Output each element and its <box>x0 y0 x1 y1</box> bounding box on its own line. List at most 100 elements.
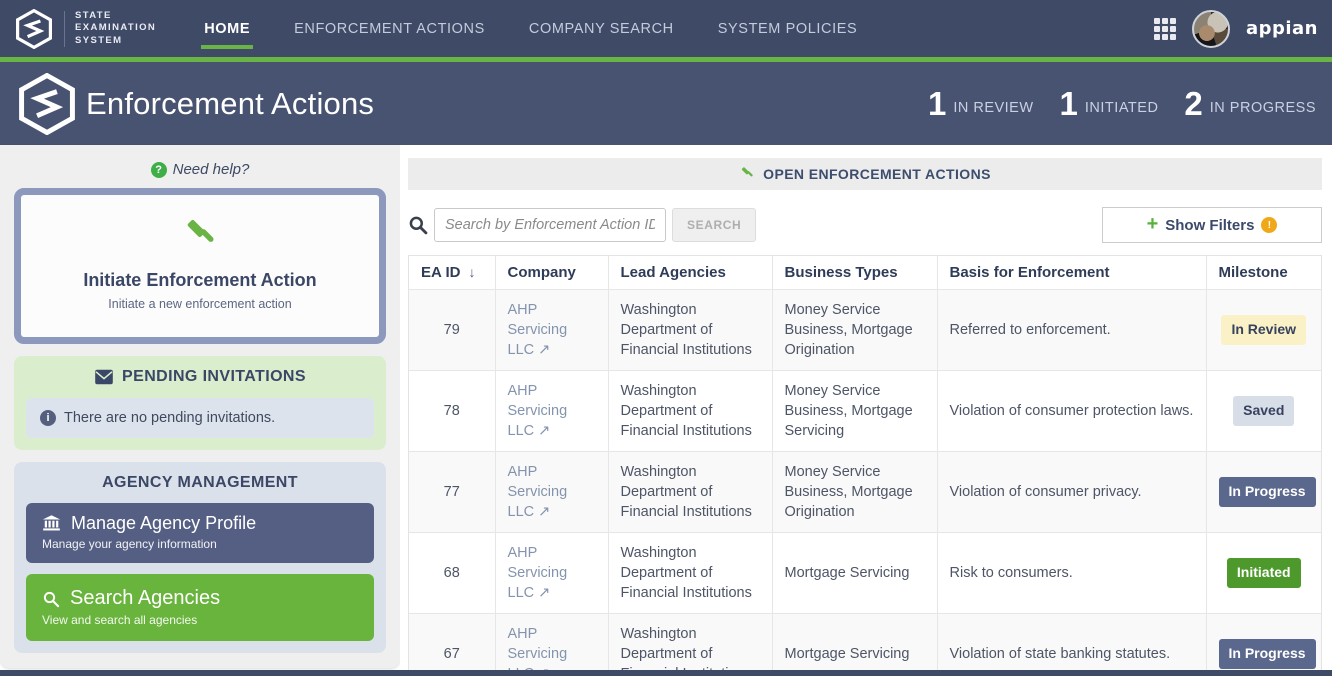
column-header-lead-agencies[interactable]: Lead Agencies <box>608 256 772 290</box>
business-types-cell: Mortgage Servicing <box>772 533 937 614</box>
filters-alert-icon: ! <box>1261 217 1277 233</box>
milestone-badge: Saved <box>1233 396 1294 425</box>
nav-item-company-search[interactable]: COMPANY SEARCH <box>529 15 674 43</box>
external-link-icon: ↗ <box>538 342 550 358</box>
nav-right: appian <box>1154 10 1318 48</box>
business-types-cell: Money Service Business, Mortgage Servici… <box>772 371 937 452</box>
column-header-basis[interactable]: Basis for Enforcement <box>937 256 1206 290</box>
company-link[interactable]: AHP Servicing LLC ↗ <box>508 626 568 676</box>
lead-agencies-cell: Washington Department of Financial Insti… <box>608 452 772 533</box>
milestone-cell: Saved <box>1206 371 1321 452</box>
company-cell: AHP Servicing LLC ↗ <box>495 290 608 371</box>
help-icon: ? <box>151 162 167 178</box>
search-button[interactable]: SEARCH <box>672 208 756 242</box>
app-grid-icon[interactable] <box>1154 18 1176 40</box>
ea-id-cell: 77 <box>409 452 495 533</box>
external-link-icon: ↗ <box>538 585 550 601</box>
milestone-cell: In Progress <box>1206 452 1321 533</box>
column-header-business-types[interactable]: Business Types <box>772 256 937 290</box>
footer-bar <box>0 670 1332 676</box>
lead-agencies-cell: Washington Department of Financial Insti… <box>608 290 772 371</box>
agency-management-title: AGENCY MANAGEMENT <box>26 474 374 492</box>
page: STATE EXAMINATION SYSTEM HOME ENFORCEMEN… <box>0 0 1332 676</box>
table-row: 77 AHP Servicing LLC ↗ Washington Depart… <box>409 452 1321 533</box>
logo-text: STATE EXAMINATION SYSTEM <box>75 10 156 47</box>
table-header-row: EA ID↓ Company Lead Agencies Business Ty… <box>409 256 1321 290</box>
milestone-badge: In Progress <box>1219 639 1316 668</box>
business-types-cell: Money Service Business, Mortgage Origina… <box>772 290 937 371</box>
stat-initiated: 1 INITIATED <box>1060 85 1159 123</box>
nav-item-home[interactable]: HOME <box>204 15 250 43</box>
stat-in-review: 1 IN REVIEW <box>928 85 1034 123</box>
user-avatar[interactable] <box>1192 10 1230 48</box>
company-cell: AHP Servicing LLC ↗ <box>495 452 608 533</box>
milestone-cell: In Review <box>1206 290 1321 371</box>
business-types-cell: Money Service Business, Mortgage Origina… <box>772 452 937 533</box>
ea-id-cell: 67 <box>409 614 495 676</box>
agency-management-panel: AGENCY MANAGEMENT Manage Agency Profile <box>14 462 386 653</box>
company-link[interactable]: AHP Servicing LLC ↗ <box>508 383 568 439</box>
basis-cell: Risk to consumers. <box>937 533 1206 614</box>
ea-id-cell: 79 <box>409 290 495 371</box>
company-link[interactable]: AHP Servicing LLC ↗ <box>508 302 568 358</box>
sort-desc-icon: ↓ <box>468 264 475 280</box>
company-cell: AHP Servicing LLC ↗ <box>495 371 608 452</box>
milestone-badge: In Progress <box>1219 477 1316 506</box>
stat-in-progress: 2 IN PROGRESS <box>1184 85 1316 123</box>
need-help-link[interactable]: ? Need help? <box>14 161 386 178</box>
business-types-cell: Mortgage Servicing <box>772 614 937 676</box>
app-logo[interactable]: STATE EXAMINATION SYSTEM <box>14 9 156 49</box>
basis-cell: Violation of consumer protection laws. <box>937 371 1206 452</box>
search-agencies-button[interactable]: Search Agencies View and search all agen… <box>26 574 374 641</box>
bank-icon <box>42 514 61 533</box>
pending-invitations-panel: PENDING INVITATIONS i There are no pendi… <box>14 356 386 450</box>
show-filters-button[interactable]: + Show Filters ! <box>1102 207 1322 243</box>
milestone-cell: In Progress <box>1206 614 1321 676</box>
column-header-milestone[interactable]: Milestone <box>1206 256 1321 290</box>
gavel-icon <box>181 217 219 255</box>
lead-agencies-cell: Washington Department of Financial Insti… <box>608 371 772 452</box>
top-nav: STATE EXAMINATION SYSTEM HOME ENFORCEMEN… <box>0 0 1332 57</box>
no-pending-invitations-message: i There are no pending invitations. <box>26 398 374 438</box>
plus-icon: + <box>1147 214 1159 234</box>
column-header-company[interactable]: Company <box>495 256 608 290</box>
ea-id-cell: 68 <box>409 533 495 614</box>
header-stats: 1 IN REVIEW 1 INITIATED 2 IN PROGRESS <box>928 85 1316 123</box>
info-icon: i <box>40 410 56 426</box>
nav-items: HOME ENFORCEMENT ACTIONS COMPANY SEARCH … <box>204 15 857 43</box>
nav-item-enforcement-actions[interactable]: ENFORCEMENT ACTIONS <box>294 15 485 43</box>
sidebar: ? Need help? Initiate Enforcement Action… <box>0 145 400 668</box>
company-link[interactable]: AHP Servicing LLC ↗ <box>508 545 568 601</box>
company-cell: AHP Servicing LLC ↗ <box>495 533 608 614</box>
table-row: 78 AHP Servicing LLC ↗ Washington Depart… <box>409 371 1321 452</box>
manage-agency-profile-button[interactable]: Manage Agency Profile Manage your agency… <box>26 503 374 563</box>
search-input[interactable] <box>434 208 666 242</box>
section-header: OPEN ENFORCEMENT ACTIONS <box>408 158 1322 190</box>
table-row: 79 AHP Servicing LLC ↗ Washington Depart… <box>409 290 1321 371</box>
table-row: 68 AHP Servicing LLC ↗ Washington Depart… <box>409 533 1321 614</box>
external-link-icon: ↗ <box>538 504 550 520</box>
external-link-icon: ↗ <box>538 423 550 439</box>
initiate-enforcement-action-button[interactable]: Initiate Enforcement Action Initiate a n… <box>14 188 386 344</box>
appian-logo: appian <box>1246 18 1318 39</box>
nav-item-system-policies[interactable]: SYSTEM POLICIES <box>718 15 858 43</box>
enforcement-actions-table: EA ID↓ Company Lead Agencies Business Ty… <box>408 255 1322 676</box>
company-link[interactable]: AHP Servicing LLC ↗ <box>508 464 568 520</box>
gavel-icon <box>739 166 755 182</box>
logo-divider <box>64 11 65 47</box>
search-icon <box>42 590 60 608</box>
ea-id-cell: 78 <box>409 371 495 452</box>
main-content: OPEN ENFORCEMENT ACTIONS SEARCH + Show F… <box>400 145 1332 676</box>
basis-cell: Violation of consumer privacy. <box>937 452 1206 533</box>
initiate-card-subtitle: Initiate a new enforcement action <box>35 297 365 311</box>
milestone-badge: In Review <box>1221 315 1306 344</box>
lead-agencies-cell: Washington Department of Financial Insti… <box>608 614 772 676</box>
initiate-card-title: Initiate Enforcement Action <box>35 270 365 291</box>
envelope-icon <box>94 369 114 385</box>
ses-logo-icon-large <box>16 73 78 135</box>
company-cell: AHP Servicing LLC ↗ <box>495 614 608 676</box>
page-title: Enforcement Actions <box>86 86 374 122</box>
page-header: Enforcement Actions 1 IN REVIEW 1 INITIA… <box>0 62 1332 145</box>
column-header-ea-id[interactable]: EA ID↓ <box>409 256 495 290</box>
basis-cell: Referred to enforcement. <box>937 290 1206 371</box>
